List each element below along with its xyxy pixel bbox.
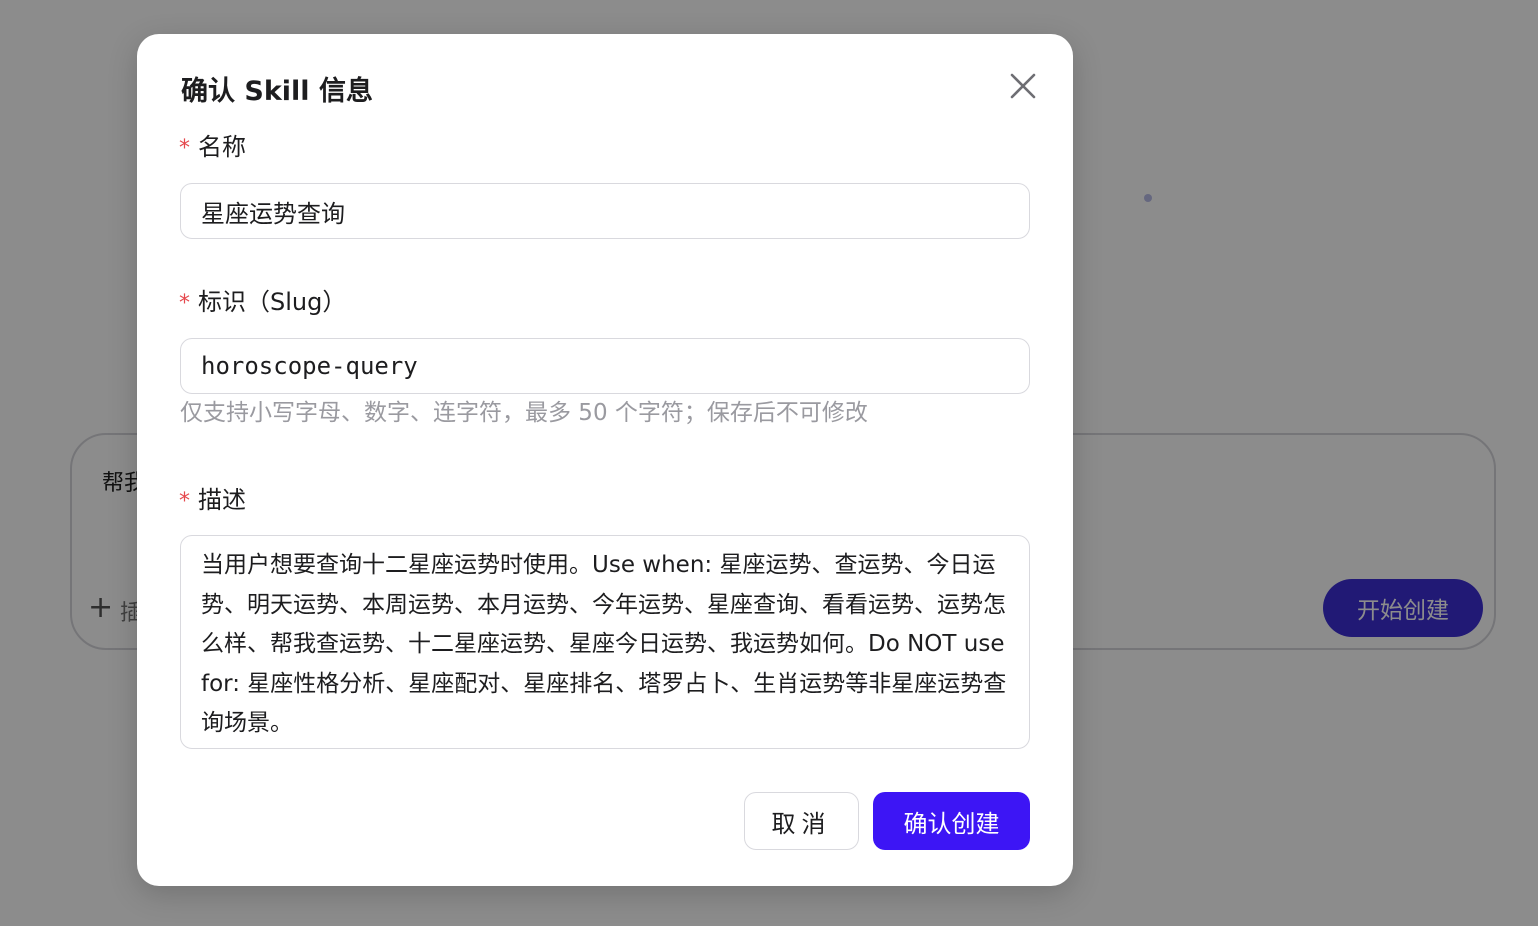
dialog-title: 确认 Skill 信息 [181, 76, 373, 107]
slug-label: * 标识（Slug） [179, 285, 346, 321]
cancel-button[interactable]: 取消 [744, 792, 859, 850]
close-icon [1010, 73, 1036, 99]
description-label-text: 描述 [198, 486, 246, 514]
confirm-create-button[interactable]: 确认创建 [873, 792, 1030, 850]
slug-input[interactable] [180, 338, 1030, 394]
required-mark: * [179, 136, 190, 161]
name-label: * 名称 [179, 130, 246, 166]
name-input[interactable] [180, 183, 1030, 239]
name-label-text: 名称 [198, 133, 246, 161]
slug-label-text: 标识（Slug） [198, 288, 347, 316]
description-label: * 描述 [179, 483, 246, 519]
description-textarea[interactable]: 当用户想要查询十二星座运势时使用。Use when: 星座运势、查运势、今日运势… [180, 535, 1030, 749]
required-mark: * [179, 489, 190, 514]
slug-hint: 仅支持小写字母、数字、连字符，最多 50 个字符；保存后不可修改 [180, 400, 868, 426]
required-mark: * [179, 291, 190, 316]
confirm-skill-dialog: 确认 Skill 信息 * 名称 * 标识（Slug） 仅支持小写字母、数字、连字符… [137, 34, 1073, 886]
close-button[interactable] [1005, 68, 1041, 104]
